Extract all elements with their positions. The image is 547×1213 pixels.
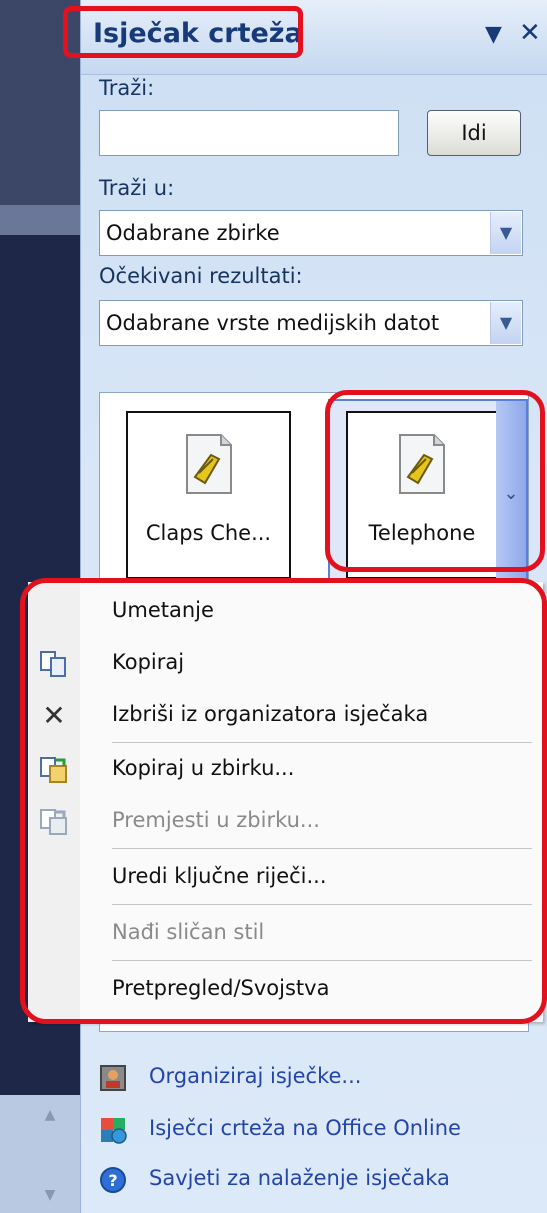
link-label[interactable]: Isječci crteža na Office Online [149, 1116, 461, 1140]
organizer-icon [100, 1065, 126, 1091]
results-type-value: Odabrane vrste medijskih datot [106, 311, 440, 335]
search-in-label: Traži u: [99, 176, 175, 200]
search-in-select[interactable]: Odabrane zbirke ▼ [99, 210, 523, 256]
chevron-down-icon[interactable]: ▼ [490, 212, 521, 254]
clip-caption: Claps Che... [145, 521, 272, 545]
results-type-label: Očekivani rezultati: [99, 264, 303, 288]
selection-highlight-box [325, 390, 545, 572]
clip-thumbnail-claps[interactable]: Claps Che... [126, 411, 291, 579]
office-online-icon [101, 1118, 127, 1144]
app-ribbon-edge [0, 205, 80, 235]
svg-text:?: ? [108, 1171, 117, 1190]
scroll-up-arrow-icon[interactable]: ▲ [40, 1105, 60, 1125]
pane-header: Isječak crteža ▼ ✕ [63, 0, 547, 75]
pane-close-icon[interactable]: ✕ [519, 18, 541, 48]
app-bottom-strip: ▲ ▼ [0, 1095, 80, 1213]
link-label[interactable]: Organiziraj isječke... [149, 1064, 361, 1088]
menu-highlight-box [20, 578, 547, 1024]
results-type-select[interactable]: Odabrane vrste medijskih datot ▼ [99, 300, 523, 346]
search-label: Traži: [99, 76, 155, 100]
pane-options-dropdown-icon[interactable]: ▼ [485, 22, 502, 47]
go-button[interactable]: Idi [427, 110, 521, 156]
link-label[interactable]: Savjeti za nalaženje isječaka [149, 1166, 450, 1190]
scroll-down-arrow-icon[interactable]: ▼ [40, 1185, 60, 1205]
help-icon: ? [100, 1167, 126, 1193]
title-highlight-box [63, 6, 303, 58]
search-input[interactable] [99, 110, 399, 156]
chevron-down-icon[interactable]: ▼ [490, 302, 521, 344]
media-file-icon [185, 434, 232, 494]
search-in-value: Odabrane zbirke [106, 221, 280, 245]
